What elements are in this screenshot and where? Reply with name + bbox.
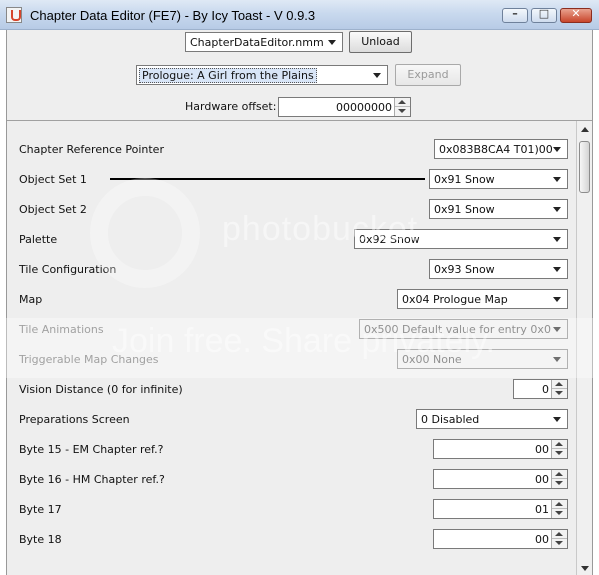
scroll-thumb[interactable] [579, 141, 590, 193]
chapter-reference-pointer-select[interactable]: 0x083B8CA4 T01)00 [434, 139, 568, 159]
field-label: Byte 18 [19, 533, 62, 546]
byte-15-spinner[interactable]: 00 [433, 439, 568, 459]
field-label: Triggerable Map Changes [19, 353, 159, 366]
chevron-down-icon [547, 410, 567, 428]
field-label: Object Set 1 [19, 173, 87, 186]
map-select[interactable]: 0x04 Prologue Map [397, 289, 568, 309]
palette-select[interactable]: 0x92 Snow [354, 229, 568, 249]
hardware-offset-spinner[interactable]: 00000000 [278, 97, 411, 117]
byte-16-spinner[interactable]: 00 [433, 469, 568, 489]
maximize-button[interactable]: □ [531, 7, 557, 23]
close-button[interactable]: ✕ [560, 7, 592, 23]
field-label: Tile Animations [19, 323, 104, 336]
field-label: Tile Configuration [19, 263, 117, 276]
minimize-icon: – [512, 7, 518, 20]
vision-distance-spinner[interactable]: 0 [513, 379, 568, 399]
field-label: Byte 17 [19, 503, 62, 516]
byte-18-spinner[interactable]: 00 [433, 529, 568, 549]
field-label: Byte 16 - HM Chapter ref.? [19, 473, 165, 486]
field-label: Vision Distance (0 for infinite) [19, 383, 183, 396]
chevron-down-icon [547, 200, 567, 218]
vertical-scrollbar[interactable] [576, 121, 592, 575]
maximize-icon: □ [538, 7, 550, 20]
spinner-arrows-icon[interactable] [551, 440, 567, 458]
object-set-2-select[interactable]: 0x91 Snow [429, 199, 568, 219]
java-app-icon [6, 7, 22, 23]
chapter-fields-panel[interactable]: Chapter Reference Pointer 0x083B8CA4 T01… [7, 120, 592, 575]
title-bar: Chapter Data Editor (FE7) - By Icy Toast… [0, 0, 599, 30]
chevron-down-icon [547, 290, 567, 308]
field-label: Map [19, 293, 43, 306]
spinner-arrows-icon[interactable] [551, 380, 567, 398]
field-label: Preparations Screen [19, 413, 130, 426]
window-title: Chapter Data Editor (FE7) - By Icy Toast… [30, 8, 316, 23]
chevron-down-icon [547, 170, 567, 188]
triggerable-map-changes-select[interactable]: 0x00 None [397, 349, 568, 369]
divider-line [110, 178, 425, 180]
chevron-down-icon [547, 260, 567, 278]
field-label: Chapter Reference Pointer [19, 143, 164, 156]
field-label: Byte 15 - EM Chapter ref.? [19, 443, 164, 456]
window-body: ChapterDataEditor.nmm Unload Prologue: A… [6, 30, 593, 575]
chapter-select[interactable]: Prologue: A Girl from the Plains [136, 65, 388, 85]
chevron-down-icon [367, 66, 387, 84]
spinner-arrows-icon[interactable] [551, 500, 567, 518]
scroll-up-icon[interactable] [581, 127, 589, 132]
byte-17-spinner[interactable]: 01 [433, 499, 568, 519]
field-label: Palette [19, 233, 58, 246]
chevron-down-icon [547, 350, 567, 368]
close-icon: ✕ [571, 7, 581, 20]
chevron-down-icon [547, 140, 567, 158]
chevron-down-icon [547, 320, 567, 338]
unload-button[interactable]: Unload [349, 31, 412, 53]
chevron-down-icon [322, 33, 342, 51]
expand-button[interactable]: Expand [395, 64, 461, 86]
spinner-arrows-icon[interactable] [394, 98, 410, 116]
scroll-down-icon[interactable] [581, 566, 589, 571]
spinner-arrows-icon[interactable] [551, 530, 567, 548]
spinner-arrows-icon[interactable] [551, 470, 567, 488]
preparations-screen-select[interactable]: 0 Disabled [416, 409, 568, 429]
chevron-down-icon [547, 230, 567, 248]
tile-configuration-select[interactable]: 0x93 Snow [429, 259, 568, 279]
field-label: Object Set 2 [19, 203, 87, 216]
module-select[interactable]: ChapterDataEditor.nmm [185, 32, 343, 52]
tile-animations-select[interactable]: 0x500 Default value for entry 0x0 [359, 319, 568, 339]
minimize-button[interactable]: – [502, 7, 528, 23]
hardware-offset-label: Hardware offset: [185, 100, 277, 113]
object-set-1-select[interactable]: 0x91 Snow [429, 169, 568, 189]
